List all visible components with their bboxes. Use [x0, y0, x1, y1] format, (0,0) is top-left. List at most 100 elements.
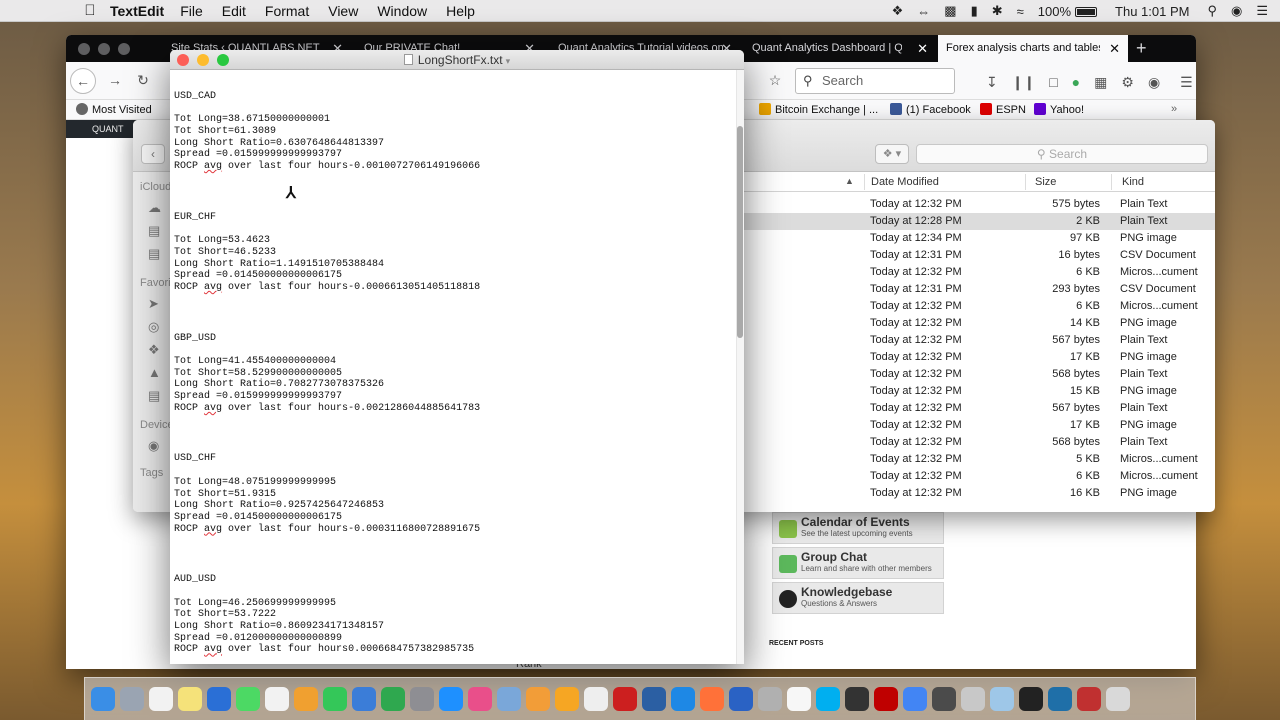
- menu-format[interactable]: Format: [265, 3, 309, 19]
- launchpad-icon[interactable]: [120, 687, 144, 711]
- new-tab-icon[interactable]: +: [1136, 38, 1147, 59]
- menu-window[interactable]: Window: [377, 3, 427, 19]
- applications-icon[interactable]: ▲: [148, 365, 164, 380]
- spotlight-icon[interactable]: ⚲: [1207, 3, 1217, 19]
- terminal-icon[interactable]: [1019, 687, 1043, 711]
- menu-view[interactable]: View: [328, 3, 358, 19]
- apple-menu-icon[interactable]: : [70, 2, 110, 19]
- messages-icon[interactable]: [236, 687, 260, 711]
- finder-back-icon[interactable]: ‹: [141, 144, 165, 164]
- bookmark-yahoo[interactable]: Yahoo!: [1034, 103, 1084, 116]
- column-kind[interactable]: Kind: [1122, 176, 1144, 188]
- sublime-icon[interactable]: [932, 687, 956, 711]
- bookmark-espn[interactable]: ESPN: [980, 103, 1026, 116]
- tab-analytics-dashboard[interactable]: Quant Analytics Dashboard | QUAN ✕: [744, 35, 936, 62]
- menu-icon[interactable]: ☰: [1180, 74, 1193, 91]
- app-store-icon[interactable]: [439, 687, 463, 711]
- numbers-icon[interactable]: [381, 687, 405, 711]
- quicktime-icon[interactable]: [845, 687, 869, 711]
- document-title[interactable]: LongShortFx.txt ▾: [170, 53, 744, 67]
- siri-icon[interactable]: ◉: [1231, 3, 1242, 19]
- pages-icon[interactable]: [526, 687, 550, 711]
- wp-bar-label[interactable]: QUANT: [92, 124, 124, 134]
- virtualbox-icon[interactable]: [642, 687, 666, 711]
- volume-icon[interactable]: ▮: [971, 3, 978, 19]
- forward-icon[interactable]: →: [102, 68, 128, 94]
- sidebar-icon[interactable]: □: [1049, 74, 1057, 91]
- safari2-icon[interactable]: [671, 687, 695, 711]
- thunderbird-icon[interactable]: [729, 687, 753, 711]
- dropbox-icon[interactable]: ❖: [892, 3, 904, 19]
- column-size[interactable]: Size: [1035, 176, 1056, 188]
- back-icon[interactable]: ←: [70, 68, 96, 94]
- bookmarks-overflow-icon[interactable]: »: [1171, 103, 1177, 115]
- notes-icon[interactable]: [178, 687, 202, 711]
- document-icon[interactable]: [787, 687, 811, 711]
- menu-help[interactable]: Help: [446, 3, 475, 19]
- close-icon[interactable]: [78, 43, 90, 55]
- display-icon[interactable]: ▩: [944, 3, 956, 19]
- box-icon[interactable]: [990, 687, 1014, 711]
- column-date-modified[interactable]: Date Modified: [871, 176, 939, 188]
- python-icon[interactable]: [1048, 687, 1072, 711]
- close-tab-icon[interactable]: ✕: [1109, 35, 1120, 62]
- extension3-icon[interactable]: ⚙: [1121, 74, 1134, 91]
- photos-icon[interactable]: [294, 687, 318, 711]
- firefox-icon[interactable]: [700, 687, 724, 711]
- clock[interactable]: Thu 1:01 PM: [1115, 4, 1189, 19]
- itunes-icon[interactable]: [468, 687, 492, 711]
- minimize-icon[interactable]: [98, 43, 110, 55]
- zoom-icon[interactable]: [118, 43, 130, 55]
- bluetooth-icon[interactable]: ✱: [992, 3, 1003, 19]
- desktop-icon[interactable]: ▤: [148, 223, 164, 238]
- facetime-icon[interactable]: [323, 687, 347, 711]
- wifi-icon[interactable]: ≈: [1017, 4, 1024, 19]
- ibooks-icon[interactable]: [555, 687, 579, 711]
- redis-icon[interactable]: [1077, 687, 1101, 711]
- textedit-icon[interactable]: [584, 687, 608, 711]
- bookmark-bitcoin[interactable]: Bitcoin Exchange | ...: [759, 103, 878, 116]
- widget-knowledgebase[interactable]: Knowledgebase Questions & Answers: [772, 582, 944, 614]
- downloads-icon[interactable]: ↧: [986, 74, 998, 91]
- widget-group-chat[interactable]: Group Chat Learn and share with other me…: [772, 547, 944, 579]
- calendar-icon[interactable]: [149, 687, 173, 711]
- document-text-area[interactable]: USD_CAD Tot Long=38.67150000000001 Tot Sho…: [170, 70, 736, 664]
- menu-app-name[interactable]: TextEdit: [110, 3, 164, 19]
- sort-chevron-icon[interactable]: ▲: [845, 176, 854, 186]
- pen-icon[interactable]: [961, 687, 985, 711]
- menu-file[interactable]: File: [180, 3, 203, 19]
- teamviewer-icon[interactable]: ⇔: [917, 4, 930, 19]
- disk-icon[interactable]: ◉: [148, 438, 164, 453]
- extension2-icon[interactable]: ▦: [1094, 74, 1107, 91]
- extension-icon[interactable]: ●: [1072, 74, 1080, 91]
- dropbox-menu-icon[interactable]: ❖ ▾: [875, 144, 909, 164]
- chrome-icon[interactable]: [903, 687, 927, 711]
- close-tab-icon[interactable]: ✕: [917, 35, 928, 62]
- bookmark-most-visited[interactable]: Most Visited: [76, 103, 152, 116]
- skype-icon[interactable]: [816, 687, 840, 711]
- downloads-icon[interactable]: ➤: [148, 296, 164, 311]
- bookmark-star-icon[interactable]: ☆: [762, 68, 788, 94]
- finder-search-input[interactable]: ⚲ Search: [916, 144, 1208, 164]
- drive-icon[interactable]: ▤: [148, 388, 164, 403]
- filezilla-icon[interactable]: [874, 687, 898, 711]
- scroll-thumb[interactable]: [737, 126, 743, 338]
- tab-forex-analysis[interactable]: Forex analysis charts and tables 2 ✕: [938, 35, 1128, 62]
- vertical-scrollbar[interactable]: [736, 70, 744, 664]
- game-center-icon[interactable]: [758, 687, 782, 711]
- finder-icon[interactable]: [91, 687, 115, 711]
- battery-status[interactable]: 100%: [1038, 4, 1098, 19]
- preview-icon[interactable]: [497, 687, 521, 711]
- widget-calendar-of-events[interactable]: Calendar of Events See the latest upcomi…: [772, 512, 944, 544]
- safari-icon[interactable]: [207, 687, 231, 711]
- airdrop-icon[interactable]: ◎: [148, 319, 164, 334]
- notification-center-icon[interactable]: ☰: [1256, 3, 1268, 19]
- system-preferences-icon[interactable]: [410, 687, 434, 711]
- library-icon[interactable]: ❙❙: [1012, 74, 1035, 91]
- keynote-icon[interactable]: [352, 687, 376, 711]
- reminders-icon[interactable]: [265, 687, 289, 711]
- menu-edit[interactable]: Edit: [222, 3, 246, 19]
- browser-search-input[interactable]: ⚲ Search: [795, 68, 955, 94]
- trash-icon[interactable]: [1106, 687, 1130, 711]
- documents-icon[interactable]: ▤: [148, 246, 164, 261]
